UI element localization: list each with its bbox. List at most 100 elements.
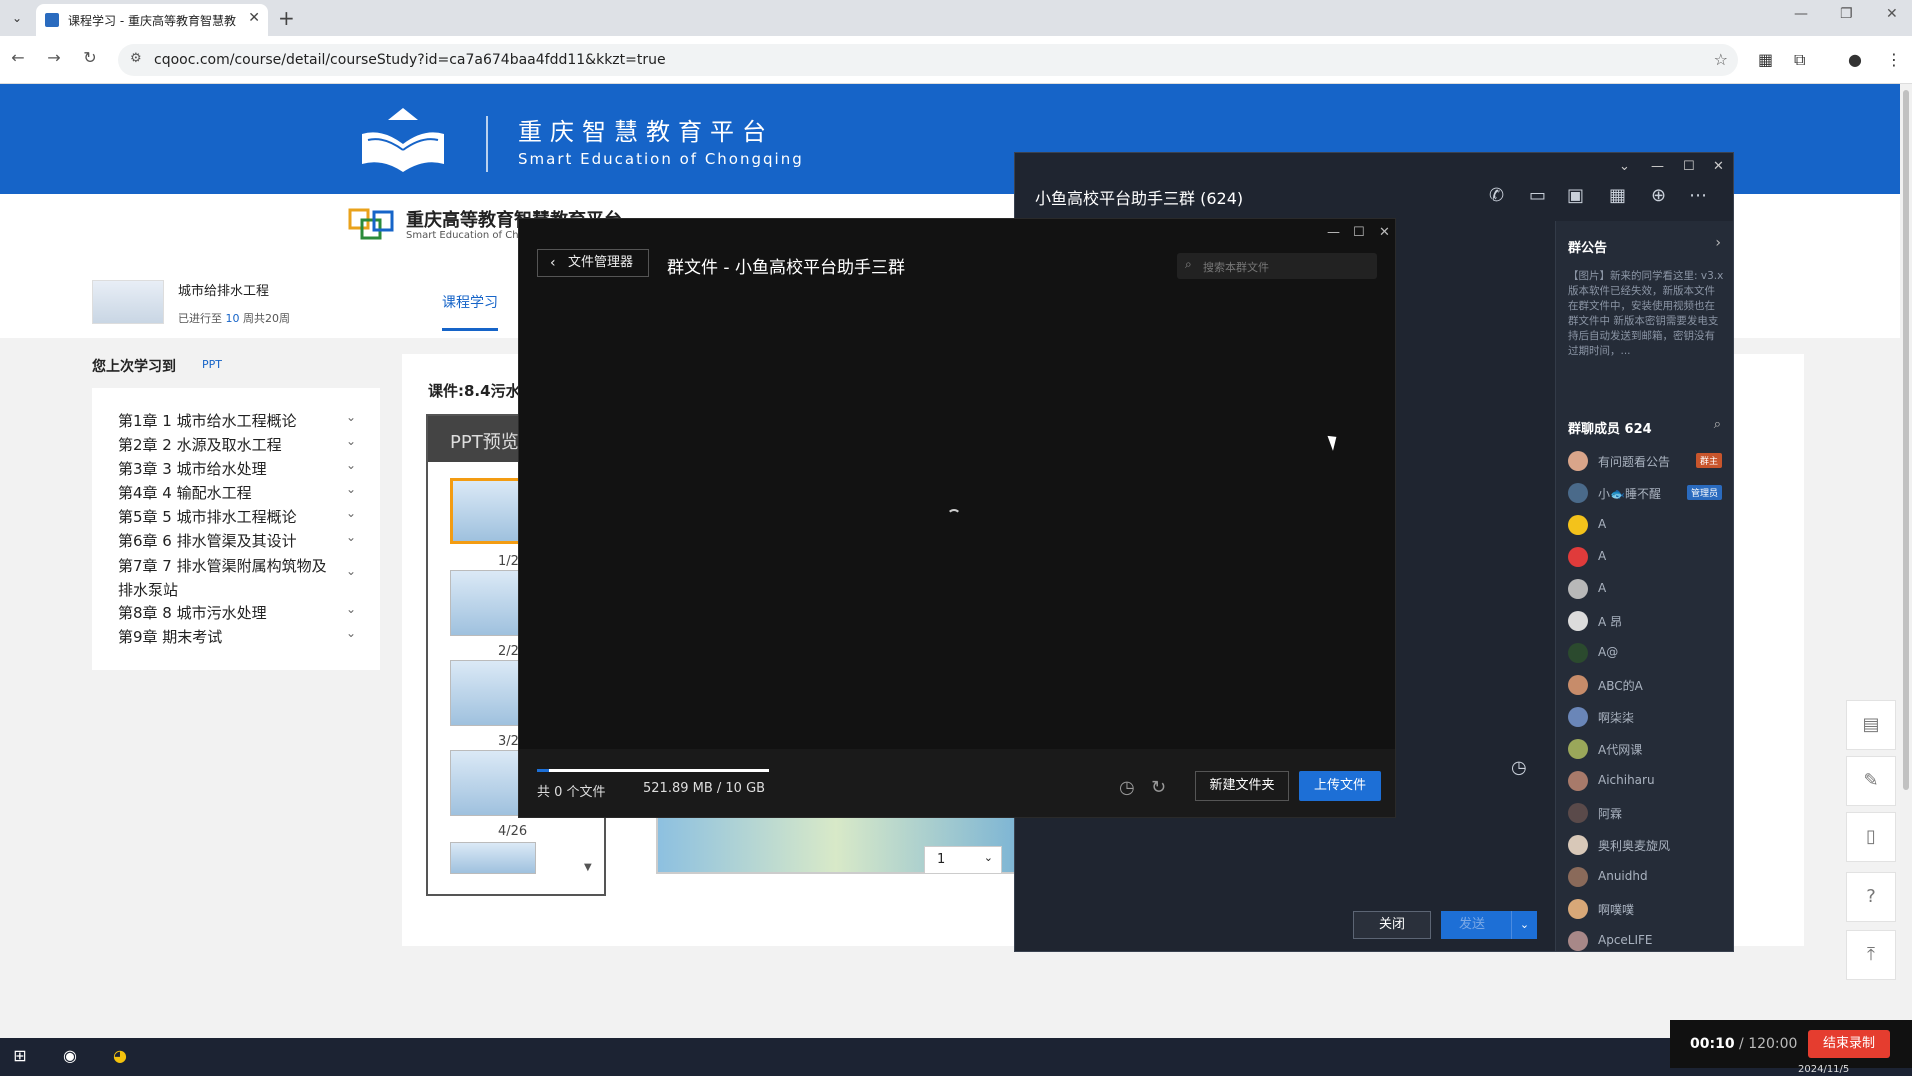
member-item[interactable]: A代网课 bbox=[1568, 737, 1728, 761]
chapter-item[interactable]: 第1章 1 城市给水工程概论 ⌄ bbox=[118, 410, 358, 431]
screen-share-icon[interactable]: ▣ bbox=[1567, 185, 1584, 206]
chapter-item[interactable]: 第4章 4 输配水工程 ⌄ bbox=[118, 482, 358, 503]
member-item[interactable]: ABC的A bbox=[1568, 673, 1728, 697]
panel-scroll-down-icon[interactable]: ▼ bbox=[584, 862, 592, 873]
member-item[interactable]: 奥利奥麦旋风 bbox=[1568, 833, 1728, 857]
bookmark-icon[interactable]: ▯ bbox=[1846, 812, 1896, 862]
avatar bbox=[1568, 451, 1588, 471]
qq-app-icon[interactable]: ◉ bbox=[58, 1046, 82, 1068]
member-item[interactable]: 有问题看公告 群主 bbox=[1568, 449, 1728, 473]
chevron-down-icon[interactable]: ⌄ bbox=[346, 458, 356, 472]
restore-icon[interactable]: ❐ bbox=[1840, 6, 1853, 22]
apps-icon[interactable]: ▦ bbox=[1609, 185, 1626, 206]
qq-more-dropdown-icon[interactable]: ⌄ bbox=[1619, 159, 1630, 174]
chevron-down-icon[interactable]: ⌄ bbox=[346, 564, 356, 578]
chapter-item[interactable]: 第3章 3 城市给水处理 ⌄ bbox=[118, 458, 358, 479]
chevron-down-icon[interactable]: ⌄ bbox=[346, 530, 356, 544]
extension-icon[interactable]: ▦ bbox=[1758, 50, 1773, 69]
avatar bbox=[1568, 867, 1588, 887]
chapter-item[interactable]: 第2章 2 水源及取水工程 ⌄ bbox=[118, 434, 358, 455]
video-icon[interactable]: ▭ bbox=[1529, 185, 1546, 206]
dialog-minimize-icon[interactable]: — bbox=[1327, 225, 1340, 240]
chevron-down-icon[interactable]: ⌄ bbox=[346, 410, 356, 424]
tab-course-study[interactable]: 课程学习 bbox=[442, 292, 498, 312]
chevron-down-icon[interactable]: ⌄ bbox=[346, 626, 356, 640]
chapter-item[interactable]: 第7章 7 排水管渠附属构筑物及排水泵站 ⌄ bbox=[118, 554, 358, 602]
member-item[interactable]: Aichiharu bbox=[1568, 769, 1728, 793]
member-item[interactable]: Anuidhd bbox=[1568, 865, 1728, 889]
chevron-down-icon[interactable]: ⌄ bbox=[346, 482, 356, 496]
profile-icon[interactable]: ● bbox=[1848, 50, 1862, 69]
chapter-item[interactable]: 第9章 期末考试 ⌄ bbox=[118, 626, 358, 647]
page-scrollbar[interactable] bbox=[1900, 84, 1912, 1038]
chevron-down-icon[interactable]: ⌄ bbox=[346, 602, 356, 616]
member-item[interactable]: A bbox=[1568, 577, 1728, 601]
reload-icon[interactable]: ↻ bbox=[78, 48, 102, 67]
member-item[interactable]: 啊柒柒 bbox=[1568, 705, 1728, 729]
dialog-maximize-icon[interactable]: ☐ bbox=[1353, 225, 1365, 240]
qq-close-icon[interactable]: ✕ bbox=[1713, 159, 1724, 174]
add-member-icon[interactable]: ⊕ bbox=[1651, 185, 1666, 206]
send-button[interactable]: 发送 ⌄ bbox=[1441, 911, 1537, 939]
chrome-app-icon[interactable]: ◕ bbox=[108, 1046, 132, 1068]
chevron-down-icon[interactable]: ⌄ bbox=[346, 434, 356, 448]
member-item[interactable]: 小🐟睡不醒 管理员 bbox=[1568, 481, 1728, 505]
edit-icon[interactable]: ✎ bbox=[1846, 756, 1896, 806]
tab-search-dropdown-icon[interactable]: ⌄ bbox=[6, 8, 28, 28]
tab-close-icon[interactable]: ✕ bbox=[248, 10, 260, 26]
member-item[interactable]: A@ bbox=[1568, 641, 1728, 665]
qq-maximize-icon[interactable]: ☐ bbox=[1683, 159, 1695, 174]
last-learn-type[interactable]: PPT bbox=[202, 358, 222, 371]
address-bar[interactable]: ⚙ cqooc.com/course/detail/courseStudy?id… bbox=[118, 44, 1738, 76]
help-icon[interactable]: ? bbox=[1846, 872, 1896, 922]
notes-icon[interactable]: ▤ bbox=[1846, 700, 1896, 750]
member-item[interactable]: ApceLIFE bbox=[1568, 929, 1728, 953]
extensions-puzzle-icon[interactable]: ⧉ bbox=[1794, 50, 1805, 70]
url-text[interactable]: cqooc.com/course/detail/courseStudy?id=c… bbox=[154, 52, 666, 68]
phone-icon[interactable]: ✆ bbox=[1489, 185, 1504, 206]
upload-file-button[interactable]: 上传文件 bbox=[1299, 771, 1381, 801]
member-item[interactable]: 啊噗噗 bbox=[1568, 897, 1728, 921]
forward-icon[interactable]: → bbox=[42, 48, 66, 67]
new-tab-button[interactable]: + bbox=[278, 6, 295, 30]
browser-menu-icon[interactable]: ⋮ bbox=[1886, 50, 1902, 69]
history-clock-icon[interactable]: ◷ bbox=[1511, 757, 1527, 778]
slide-thumbnail[interactable] bbox=[450, 842, 536, 874]
member-search-icon[interactable]: ⌕ bbox=[1714, 417, 1721, 432]
member-item[interactable]: 阿霖 bbox=[1568, 801, 1728, 825]
scrollbar-thumb[interactable] bbox=[1903, 90, 1909, 790]
member-item[interactable]: A bbox=[1568, 545, 1728, 569]
start-icon[interactable]: ⊞ bbox=[8, 1046, 32, 1068]
qq-minimize-icon[interactable]: — bbox=[1651, 159, 1664, 174]
browser-tab[interactable]: 课程学习 - 重庆高等教育智慧教 ✕ bbox=[36, 4, 268, 36]
dialog-close-icon[interactable]: ✕ bbox=[1379, 225, 1390, 240]
send-options-dropdown-icon[interactable]: ⌄ bbox=[1511, 911, 1537, 939]
more-icon[interactable]: ⋯ bbox=[1689, 185, 1707, 206]
chapter-item[interactable]: 第8章 8 城市污水处理 ⌄ bbox=[118, 602, 358, 623]
close-button[interactable]: 关闭 bbox=[1353, 911, 1431, 939]
refresh-icon[interactable]: ↻ bbox=[1151, 777, 1166, 798]
page-select[interactable]: 1 ⌄ bbox=[924, 846, 1002, 874]
announcement-title[interactable]: 群公告 bbox=[1568, 237, 1607, 256]
member-item[interactable]: A 昂 bbox=[1568, 609, 1728, 633]
announcement-text[interactable]: 【图片】新来的同学看这里: v3.x版本软件已经失效，新版本文件在群文件中，安装… bbox=[1568, 269, 1724, 359]
new-folder-button[interactable]: 新建文件夹 bbox=[1195, 771, 1289, 801]
avatar bbox=[1568, 547, 1588, 567]
back-to-top-icon[interactable]: ⤒ bbox=[1846, 930, 1896, 980]
end-recording-button[interactable]: 结束录制 bbox=[1808, 1030, 1890, 1058]
file-manager-back-button[interactable]: ‹ 文件管理器 bbox=[537, 249, 649, 277]
site-info-icon[interactable]: ⚙ bbox=[130, 51, 142, 66]
chapter-item[interactable]: 第6章 6 排水管渠及其设计 ⌄ bbox=[118, 530, 358, 551]
history-icon[interactable]: ◷ bbox=[1119, 777, 1135, 798]
member-item[interactable]: A bbox=[1568, 513, 1728, 537]
bookmark-star-icon[interactable]: ☆ bbox=[1714, 50, 1728, 69]
chevron-down-icon[interactable]: ⌄ bbox=[346, 506, 356, 520]
window-close-icon[interactable]: ✕ bbox=[1886, 6, 1898, 22]
back-icon[interactable]: ← bbox=[6, 48, 30, 67]
minimize-icon[interactable]: — bbox=[1794, 6, 1808, 22]
avatar bbox=[1568, 771, 1588, 791]
chevron-right-icon[interactable]: › bbox=[1715, 235, 1721, 251]
cq-higher-edu-logo-icon[interactable] bbox=[348, 204, 396, 244]
chapter-item[interactable]: 第5章 5 城市排水工程概论 ⌄ bbox=[118, 506, 358, 527]
group-files-search-input[interactable]: ⌕ 搜索本群文件 bbox=[1177, 253, 1377, 279]
